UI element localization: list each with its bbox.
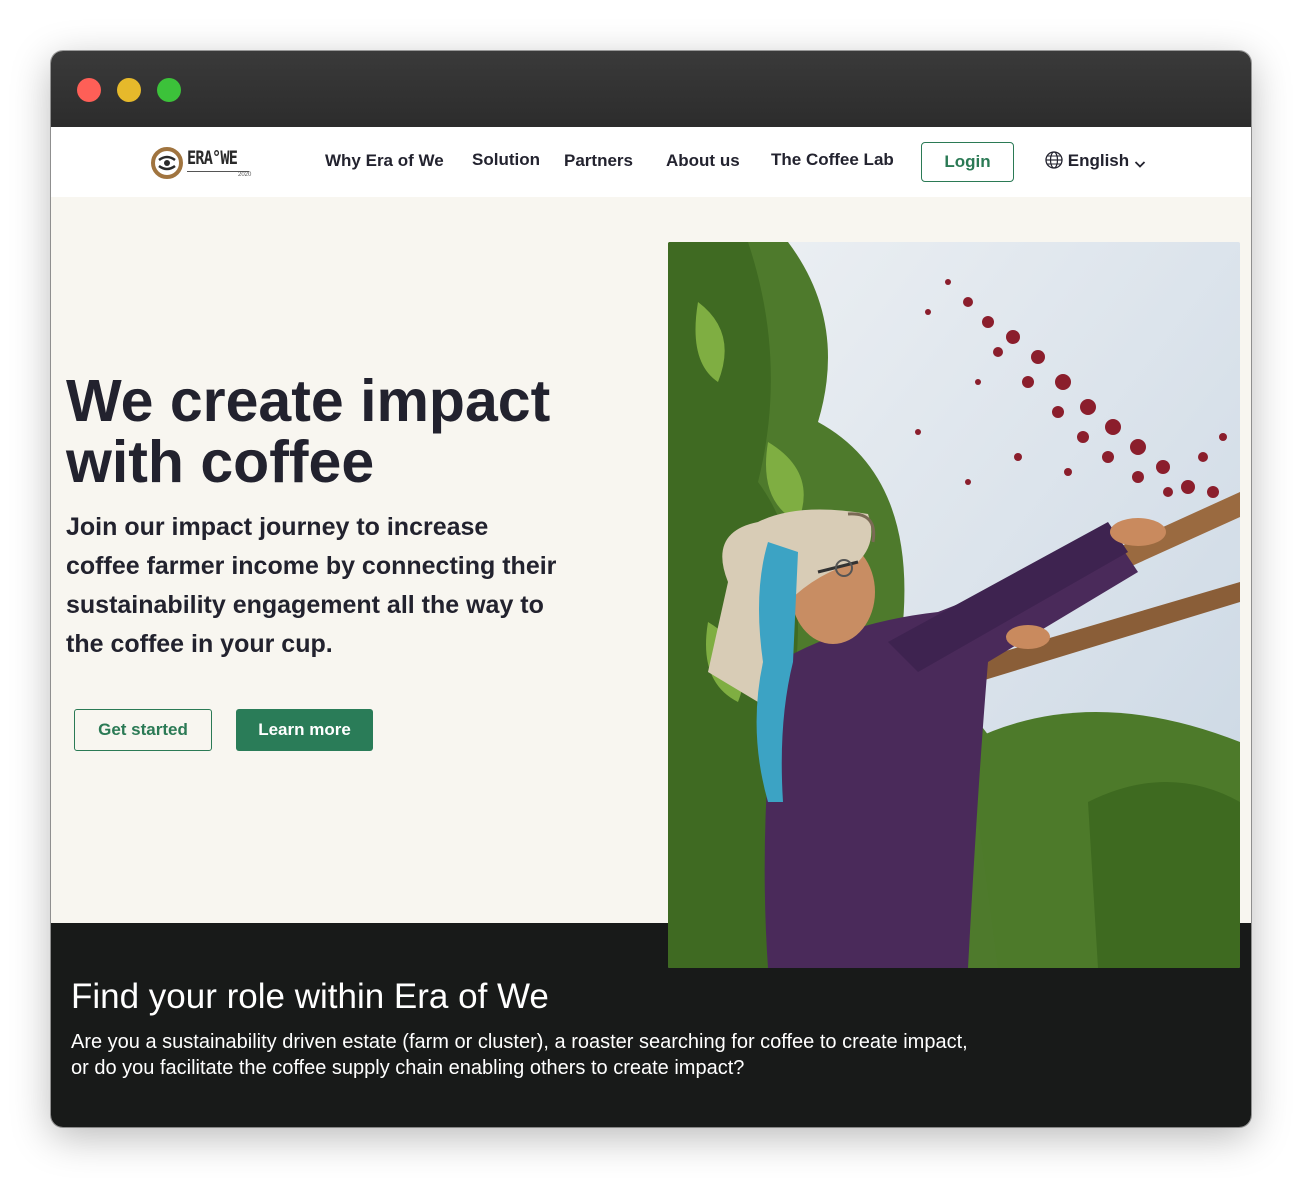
site-navbar: ERA°WE 2020 Why Era of We Solution Partn… — [51, 127, 1251, 197]
window-titlebar — [51, 51, 1251, 127]
browser-window: ERA°WE 2020 Why Era of We Solution Partn… — [51, 51, 1251, 1127]
logo-emblem-icon — [151, 147, 183, 179]
chevron-down-icon — [1134, 161, 1146, 168]
get-started-button[interactable]: Get started — [74, 709, 212, 751]
nav-link-coffee-lab[interactable]: The Coffee Lab — [771, 150, 894, 170]
minimize-window-button[interactable] — [117, 78, 141, 102]
language-selector[interactable]: English — [1045, 151, 1146, 171]
close-window-button[interactable] — [77, 78, 101, 102]
logo-wordmark: ERA°WE — [187, 147, 238, 169]
login-button[interactable]: Login — [921, 142, 1014, 182]
globe-icon — [1045, 151, 1063, 169]
learn-more-button[interactable]: Learn more — [236, 709, 373, 751]
maximize-window-button[interactable] — [157, 78, 181, 102]
hero-photo — [668, 242, 1240, 968]
nav-link-partners[interactable]: Partners — [564, 151, 633, 171]
role-section-title: Find your role within Era of We — [71, 977, 549, 1016]
nav-link-why-era-of-we[interactable]: Why Era of We — [325, 151, 444, 171]
role-section-text: Are you a sustainability driven estate (… — [71, 1031, 968, 1079]
nav-link-solution[interactable]: Solution — [472, 150, 540, 170]
language-label: English — [1067, 151, 1130, 170]
era-of-we-logo[interactable]: ERA°WE 2020 — [150, 144, 252, 182]
hero-subtitle: Join our impact journey to increase coff… — [66, 513, 557, 658]
logo-year: 2020 — [238, 172, 252, 178]
hero-title: We create impact with coffee — [66, 368, 551, 495]
nav-link-about-us[interactable]: About us — [666, 151, 740, 171]
